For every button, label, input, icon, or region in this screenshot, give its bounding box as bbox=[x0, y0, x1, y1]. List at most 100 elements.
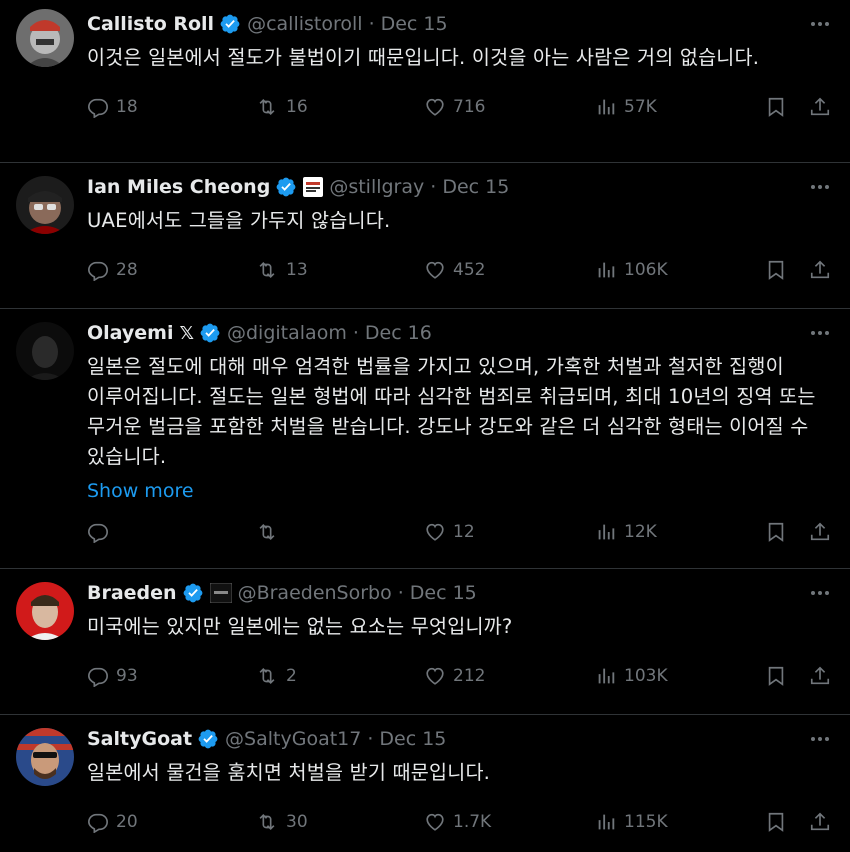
avatar[interactable] bbox=[16, 322, 74, 380]
display-name[interactable]: Ian Miles Cheong bbox=[87, 176, 270, 198]
share-button[interactable] bbox=[809, 811, 831, 833]
retweet-icon bbox=[259, 813, 275, 831]
retweet-button[interactable]: 2 bbox=[255, 665, 297, 687]
bookmark-button[interactable] bbox=[765, 665, 787, 687]
bookmark-button[interactable] bbox=[765, 259, 787, 281]
share-button[interactable] bbox=[809, 521, 831, 543]
affiliate-badge-icon[interactable] bbox=[209, 583, 232, 603]
avatar[interactable] bbox=[16, 176, 74, 234]
handle[interactable]: @BraedenSorbo bbox=[238, 582, 392, 604]
like-icon bbox=[426, 813, 444, 831]
display-name[interactable]: SaltyGoat bbox=[87, 728, 192, 750]
retweet-button[interactable] bbox=[255, 521, 286, 543]
timestamp[interactable]: Dec 15 bbox=[410, 582, 477, 604]
bookmark-button[interactable] bbox=[765, 521, 787, 543]
like-button[interactable]: 716 bbox=[424, 96, 485, 118]
retweet-icon bbox=[259, 667, 275, 685]
more-icon[interactable] bbox=[806, 10, 834, 38]
tweet-header: Olayemi 𝕏 @digitalaom · Dec 16 bbox=[87, 315, 834, 351]
avatar[interactable] bbox=[16, 582, 74, 640]
share-icon bbox=[810, 97, 830, 116]
reply-button[interactable]: 28 bbox=[87, 259, 138, 281]
views-icon bbox=[598, 814, 615, 830]
reply-icon bbox=[88, 667, 108, 687]
avatar[interactable] bbox=[16, 728, 74, 786]
views-button[interactable]: 12K bbox=[595, 521, 657, 543]
more-icon[interactable] bbox=[806, 725, 834, 753]
reply-button[interactable]: 18 bbox=[87, 96, 138, 118]
tweet[interactable]: SaltyGoat @SaltyGoat17 · Dec 15 일본에서 물건을… bbox=[0, 715, 850, 852]
like-button[interactable]: 212 bbox=[424, 665, 485, 687]
reply-icon bbox=[88, 813, 108, 833]
tweet-header: Ian Miles Cheong @stillgray · Dec 15 bbox=[87, 169, 834, 205]
verified-badge-icon bbox=[199, 322, 221, 344]
share-button[interactable] bbox=[809, 96, 831, 118]
more-icon[interactable] bbox=[806, 319, 834, 347]
like-button[interactable]: 452 bbox=[424, 259, 485, 281]
tweet[interactable]: Ian Miles Cheong @stillgray · Dec 15 UAE… bbox=[0, 163, 850, 309]
retweet-count: 30 bbox=[286, 812, 308, 832]
display-name[interactable]: Braeden bbox=[87, 582, 177, 604]
share-button[interactable] bbox=[809, 665, 831, 687]
view-count: 12K bbox=[624, 522, 657, 542]
verified-badge-icon bbox=[182, 582, 204, 604]
separator-dot: · bbox=[397, 582, 404, 604]
reply-count: 93 bbox=[116, 666, 138, 686]
reply-count: 18 bbox=[116, 97, 138, 117]
affiliate-badge-icon[interactable] bbox=[303, 177, 324, 197]
like-button[interactable]: 12 bbox=[424, 521, 475, 543]
tweet[interactable]: Olayemi 𝕏 @digitalaom · Dec 16 일본은 절도에 대… bbox=[0, 309, 850, 569]
like-count: 716 bbox=[453, 97, 486, 117]
timestamp[interactable]: Dec 15 bbox=[442, 176, 509, 198]
views-icon bbox=[598, 524, 615, 540]
separator-dot: · bbox=[430, 176, 437, 198]
reply-icon bbox=[88, 261, 108, 281]
views-button[interactable]: 115K bbox=[595, 811, 668, 833]
like-count: 452 bbox=[453, 260, 486, 280]
tweet-text: 미국에는 있지만 일본에는 없는 요소는 무엇입니까? bbox=[87, 615, 513, 638]
tweet[interactable]: Braeden @BraedenSorbo · Dec 15 미국에는 있지만 … bbox=[0, 569, 850, 715]
handle[interactable]: @callistoroll bbox=[247, 13, 362, 35]
reply-button[interactable]: 20 bbox=[87, 811, 138, 833]
avatar[interactable] bbox=[16, 9, 74, 67]
reply-button[interactable]: 93 bbox=[87, 665, 138, 687]
action-bar: 20 30 1.7K 115K bbox=[87, 798, 834, 846]
handle[interactable]: @stillgray bbox=[329, 176, 424, 198]
share-button[interactable] bbox=[809, 259, 831, 281]
like-icon bbox=[426, 98, 444, 116]
show-more-link[interactable]: Show more bbox=[87, 478, 834, 504]
more-icon[interactable] bbox=[806, 579, 834, 607]
timestamp[interactable]: Dec 15 bbox=[379, 728, 446, 750]
more-icon[interactable] bbox=[806, 173, 834, 201]
action-bar: 18 16 716 57K bbox=[87, 83, 834, 131]
display-name[interactable]: Callisto Roll bbox=[87, 13, 214, 35]
display-name[interactable]: Olayemi bbox=[87, 322, 173, 344]
action-bar: 93 2 212 103K bbox=[87, 652, 834, 700]
verified-badge-icon bbox=[219, 13, 241, 35]
views-button[interactable]: 103K bbox=[595, 665, 668, 687]
bookmark-button[interactable] bbox=[765, 811, 787, 833]
timestamp[interactable]: Dec 15 bbox=[381, 13, 448, 35]
action-bar: 12 12K bbox=[87, 508, 834, 556]
timestamp[interactable]: Dec 16 bbox=[365, 322, 432, 344]
views-button[interactable]: 57K bbox=[595, 96, 657, 118]
retweet-count: 2 bbox=[286, 666, 297, 686]
like-count: 212 bbox=[453, 666, 486, 686]
reply-count: 20 bbox=[116, 812, 138, 832]
tweet-header: Callisto Roll @callistoroll · Dec 15 bbox=[87, 6, 834, 42]
retweet-icon bbox=[259, 98, 275, 116]
bookmark-button[interactable] bbox=[765, 96, 787, 118]
reply-button[interactable] bbox=[87, 521, 116, 543]
like-icon bbox=[426, 261, 444, 279]
views-button[interactable]: 106K bbox=[595, 259, 668, 281]
like-button[interactable]: 1.7K bbox=[424, 811, 491, 833]
handle[interactable]: @SaltyGoat17 bbox=[225, 728, 361, 750]
retweet-button[interactable]: 13 bbox=[255, 259, 308, 281]
handle[interactable]: @digitalaom bbox=[227, 322, 347, 344]
tweet-text: 일본은 절도에 대해 매우 엄격한 법률을 가지고 있으며, 가혹한 처벌과 철… bbox=[87, 355, 816, 468]
retweet-button[interactable]: 30 bbox=[255, 811, 308, 833]
bookmark-icon bbox=[768, 522, 784, 542]
retweet-count: 13 bbox=[286, 260, 308, 280]
retweet-button[interactable]: 16 bbox=[255, 96, 308, 118]
tweet[interactable]: Callisto Roll @callistoroll · Dec 15 이것은… bbox=[0, 0, 850, 163]
